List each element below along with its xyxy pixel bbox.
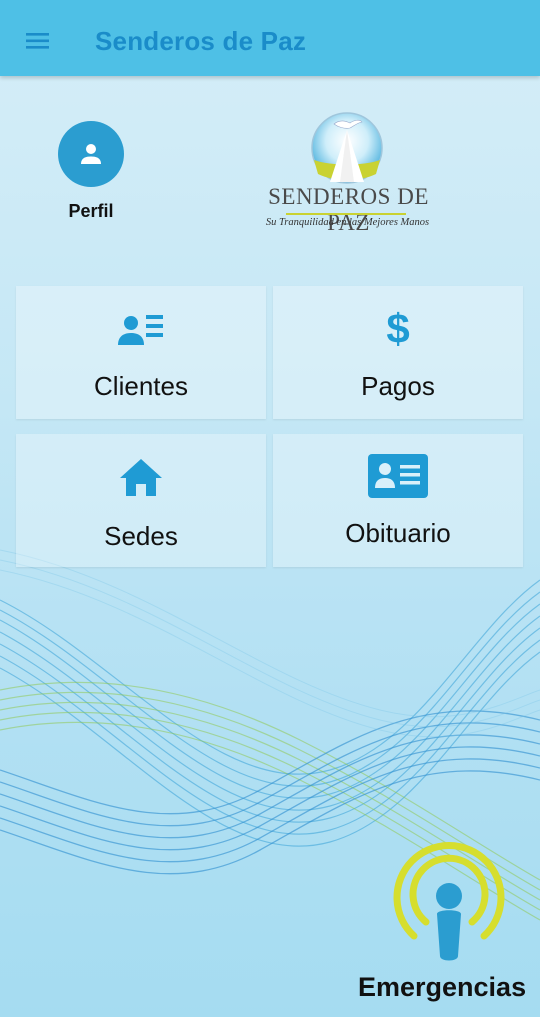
person-icon — [81, 144, 101, 164]
tile-obituario[interactable]: Obituario — [273, 434, 523, 567]
tile-sedes-label: Sedes — [104, 521, 178, 551]
broadcast-person-icon — [393, 842, 505, 961]
profile-label: Perfil — [68, 201, 114, 221]
avatar[interactable] — [58, 121, 124, 187]
logo-emblem — [311, 112, 383, 184]
tile-clientes-label: Clientes — [94, 371, 188, 401]
tile-pagos[interactable]: $ Pagos — [273, 286, 523, 419]
tile-pagos-label: Pagos — [361, 371, 435, 401]
menu-button[interactable] — [18, 20, 58, 60]
tile-sedes[interactable]: Sedes — [16, 434, 266, 567]
app-title: Senderos de Paz — [95, 26, 307, 56]
logo-name: SENDEROS DE PAZ — [268, 184, 429, 235]
emergency-label: Emergencias — [358, 972, 527, 1002]
logo-divider — [286, 213, 406, 215]
brand-logo: SENDEROS DE PAZ Su Tranquilidad en las M… — [250, 110, 445, 235]
logo-tagline: Su Tranquilidad en las Mejores Manos — [265, 217, 430, 228]
app-bar: Senderos de Paz — [0, 0, 540, 76]
id-card-icon — [368, 454, 428, 498]
dollar-icon: $ — [386, 305, 410, 352]
emergency-button[interactable]: Emergencias — [350, 830, 540, 1017]
home-icon — [120, 459, 162, 496]
menu-icon — [26, 33, 49, 49]
tile-obituario-label: Obituario — [345, 518, 451, 548]
profile-button[interactable]: Perfil — [56, 121, 126, 222]
contacts-list-icon — [118, 315, 163, 345]
tile-clientes[interactable]: Clientes — [16, 286, 266, 419]
